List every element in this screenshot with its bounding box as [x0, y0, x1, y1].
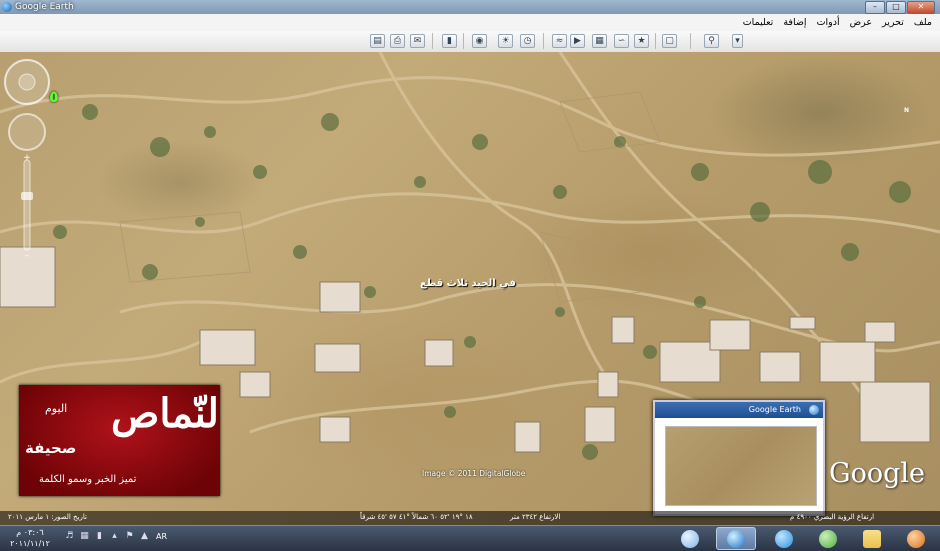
- move-joystick-icon: [8, 113, 46, 151]
- map-view[interactable]: ٥ في الحيد ثلاث قطع Image © 2011 Digital…: [0, 52, 940, 525]
- google-earth-icon: [809, 405, 819, 415]
- svg-text:+: +: [23, 153, 31, 163]
- chevron-down-icon[interactable]: ▾: [732, 34, 743, 48]
- maximize-button[interactable]: □: [886, 1, 906, 14]
- coordinates: ١٨ °١٩ '٥٢ ٦٠ شمالاً °٤١ ٥٧ '٤٥ شرقاً: [360, 513, 473, 521]
- ruler-icon[interactable]: ≈: [552, 34, 567, 48]
- volume-icon[interactable]: ♬: [64, 531, 75, 542]
- clock[interactable]: ٠٣:٠٦ م ٢٠١١/١١/١٢: [4, 527, 56, 551]
- eye-altitude: ارتفاع الرؤية البصري ٤٩٠٠ م: [790, 513, 875, 521]
- map-view-icon[interactable]: ▮: [442, 34, 457, 48]
- taskbar-app-google-earth[interactable]: [716, 527, 756, 550]
- planets-icon[interactable]: ◉: [472, 34, 487, 48]
- menu-add[interactable]: إضافة: [778, 17, 811, 28]
- toolbar-separator: [655, 33, 656, 49]
- sun-icon[interactable]: ☀: [498, 34, 513, 48]
- taskbar-app-paint[interactable]: [670, 527, 710, 550]
- toolbar-separator: [690, 33, 691, 49]
- toolbar: ▤ ⎙ ✉ ▮ ◉ ☀ ◷ ≈ ▶ ▦ ∽ ★ ▢ ⚲ ▾: [0, 31, 940, 53]
- menu-help[interactable]: تعليمات: [738, 17, 779, 28]
- taskbar-app-messenger[interactable]: [808, 527, 848, 550]
- overview-thumbnail: [665, 426, 817, 506]
- image-credit: Image © 2011 DigitalGlobe: [422, 469, 526, 478]
- taskbar-app-internet-explorer[interactable]: [764, 527, 804, 550]
- logo-slogan: تميز الخبر وسمو الكلمة: [39, 474, 137, 485]
- language-indicator[interactable]: AR: [156, 532, 167, 541]
- menu-bar: ملف تحرير عرض أدوات إضافة تعليمات: [0, 14, 940, 31]
- toolbar-separator: [543, 33, 544, 49]
- email-icon[interactable]: ✉: [410, 34, 425, 48]
- paint-icon: [681, 529, 699, 548]
- google-earth-icon: [727, 529, 745, 548]
- elevation: الارتفاع ٢٣٤٢ متر: [510, 513, 561, 521]
- print-icon[interactable]: ⎙: [390, 34, 405, 48]
- logo-paper: صحيفة: [25, 439, 77, 457]
- flag-icon[interactable]: ⚑: [124, 531, 135, 542]
- placemark-icon[interactable]: ★: [634, 34, 649, 48]
- system-tray: ♬ ▦ ▮ ▴ ⚑ ▲: [64, 531, 150, 542]
- zoom-slider: [23, 159, 31, 251]
- network-icon[interactable]: ▦: [79, 531, 90, 542]
- logo-main: النّماص: [111, 390, 220, 437]
- window-title: Google Earth: [15, 2, 74, 12]
- signal-icon[interactable]: ▴: [109, 531, 120, 542]
- close-button[interactable]: ✕: [907, 1, 935, 14]
- minimize-button[interactable]: –: [865, 1, 885, 14]
- history-icon[interactable]: ◷: [520, 34, 535, 48]
- google-earth-icon: [2, 2, 12, 12]
- window-controls: – □ ✕: [865, 1, 935, 14]
- title-bar: Google Earth – □ ✕: [0, 0, 940, 14]
- menu-edit[interactable]: تحرير: [877, 17, 909, 28]
- battery-icon[interactable]: ▮: [94, 531, 105, 542]
- overview-header: Google Earth: [655, 402, 823, 418]
- menu-view[interactable]: عرض: [845, 17, 877, 28]
- chevron-up-icon[interactable]: ▲: [139, 531, 150, 542]
- messenger-icon: [819, 529, 837, 548]
- taskbar: ٠٣:٠٦ م ٢٠١١/١١/١٢ ♬ ▦ ▮ ▴ ⚑ ▲ AR: [0, 525, 940, 551]
- navigation-controls[interactable]: + –: [0, 52, 55, 262]
- overview-map[interactable]: Google Earth: [653, 400, 825, 516]
- toolbar-separator: [432, 33, 433, 49]
- newspaper-logo: اليوم النّماص صحيفة تميز الخبر وسمو الكل…: [19, 385, 220, 496]
- zoom-slider-handle: [21, 192, 33, 200]
- overview-title: Google Earth: [748, 405, 801, 414]
- internet-explorer-icon: [775, 529, 793, 548]
- clock-date: ٢٠١١/١١/١٢: [10, 539, 50, 548]
- google-logo: Google: [829, 458, 925, 489]
- path-icon[interactable]: ∽: [614, 34, 629, 48]
- taskbar-app-media-player[interactable]: [896, 527, 936, 550]
- search-icon[interactable]: ⚲: [704, 34, 719, 48]
- polygon-icon[interactable]: ▢: [662, 34, 677, 48]
- folder-icon: [863, 529, 881, 548]
- logo-today: اليوم: [45, 402, 68, 415]
- place-label[interactable]: في الحيد ثلاث قطع: [420, 278, 516, 289]
- menu-tools[interactable]: أدوات: [812, 17, 845, 28]
- sidebar-icon[interactable]: ▤: [370, 34, 385, 48]
- svg-text:–: –: [25, 251, 30, 261]
- media-player-icon: [907, 529, 925, 548]
- overlay-icon[interactable]: ▦: [592, 34, 607, 48]
- status-bar: تاريخ الصور: ١ مارس ٢٠١١ ١٨ °١٩ '٥٢ ٦٠ ش…: [0, 511, 940, 525]
- tour-icon[interactable]: ▶: [570, 34, 585, 48]
- taskbar-app-explorer[interactable]: [852, 527, 892, 550]
- toolbar-separator: [463, 33, 464, 49]
- menu-file[interactable]: ملف: [909, 17, 940, 28]
- clock-time: ٠٣:٠٦ م: [16, 528, 44, 537]
- north-indicator[interactable]: N: [904, 107, 909, 114]
- imagery-date: تاريخ الصور: ١ مارس ٢٠١١: [8, 513, 87, 521]
